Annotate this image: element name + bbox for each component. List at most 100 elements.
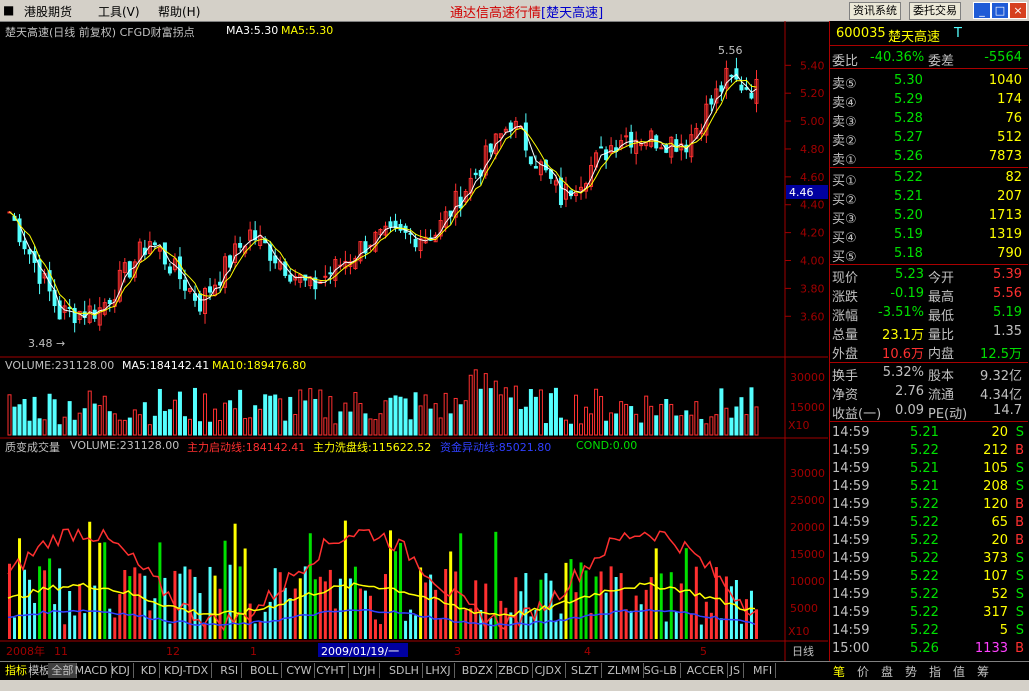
quote-tab-3[interactable]: 势 (905, 663, 917, 680)
stock-flag: T (954, 26, 962, 41)
indicator-bar (373, 619, 377, 639)
indicator-tick-label: 20000 (790, 521, 825, 534)
volume-unit-label: X10 (788, 419, 810, 432)
indicator-cond: COND:0.00 (576, 439, 638, 452)
close-icon[interactable]: × (1009, 2, 1027, 19)
restore-icon[interactable]: □ (991, 2, 1009, 19)
volume-bar (729, 417, 734, 436)
menu-tools[interactable]: 工具(V) (98, 3, 140, 20)
indicator-tab-rsi[interactable]: RSI (217, 663, 243, 678)
candle-body (508, 122, 513, 131)
volume-bar (102, 395, 107, 436)
indicator-tab-lyjh[interactable]: LYJH (350, 663, 380, 678)
price-tick-label: 4.20 (800, 227, 825, 240)
tick-row: 14:59 5.22 120 B (830, 496, 1028, 514)
indicator-tab-bdzx[interactable]: BDZX (459, 663, 497, 678)
date-label-apr: 4 (584, 645, 591, 658)
volume-bar (388, 397, 393, 436)
menu-hk-futures[interactable]: 港股期货 (24, 3, 72, 20)
quote-tab-2[interactable]: 盘 (881, 663, 893, 680)
volume-bar (418, 405, 423, 436)
volume-bar (649, 405, 654, 436)
volume-bar (7, 394, 12, 436)
volume-bar (233, 408, 238, 436)
volume-bar (553, 387, 558, 436)
cursor-date-label: 2009/01/19/一 (321, 645, 399, 658)
fund-label: 净资 (832, 388, 859, 403)
price-tick-label: 3.80 (800, 282, 825, 295)
volume-bar (654, 415, 659, 436)
indicator-tab-kd[interactable]: KD (138, 663, 161, 678)
volume-bar (443, 392, 448, 436)
volume-bar (203, 393, 208, 436)
indicator-tab-sdlh[interactable]: SDLH (386, 663, 423, 678)
price-tick-label: 5.00 (800, 115, 825, 128)
ask-volume: 174 (997, 92, 1022, 107)
candle-body (238, 243, 243, 248)
info-system-button[interactable]: 资讯系统 (849, 2, 901, 20)
candle-body (22, 240, 27, 250)
ma3-label: MA3:5.30 (226, 24, 279, 37)
indicator-tab-lhxj[interactable]: LHXJ (422, 663, 455, 678)
tick-side: S (1015, 425, 1024, 440)
kline-chart-area[interactable]: 5.40 5.20 5.00 4.80 4.60 4.40 4.20 4.00 3.80 3.60… (0, 21, 828, 661)
tick-volume: 120 (983, 497, 1008, 512)
volume-bar (669, 403, 674, 436)
volume-bar (744, 414, 749, 436)
volume-bar (182, 416, 187, 436)
volume-bar (343, 402, 348, 436)
indicator-tab-cjdx[interactable]: CJDX (532, 663, 566, 678)
quote-tab-6[interactable]: 筹 (977, 663, 989, 680)
app-menu-icon[interactable]: ■ (3, 3, 14, 17)
stat-row: 涨幅 -3.51% 最低 5.19 (830, 304, 1028, 324)
indicator-bar (208, 566, 212, 639)
indicator-bar (168, 623, 172, 639)
volume-bar (137, 414, 142, 436)
candle-body (558, 177, 563, 206)
volume-bar (238, 389, 243, 436)
indicator-tab-zbcd[interactable]: ZBCD (495, 663, 534, 678)
volume-bar (57, 424, 62, 436)
volume-bar (679, 415, 684, 436)
indicator-tab-boll[interactable]: BOLL (247, 663, 283, 678)
trade-button[interactable]: 委托交易 (909, 2, 961, 20)
quote-tab-0[interactable]: 笔 (833, 663, 845, 680)
kline-chart-svg[interactable]: 5.40 5.20 5.00 4.80 4.60 4.40 4.20 4.00 3.80 3.60… (0, 21, 828, 661)
indicator-bar (474, 580, 478, 639)
indicator-tab-slzt[interactable]: SLZT (568, 663, 603, 678)
indicator-tab-sg-lb[interactable]: SG-LB (641, 663, 681, 678)
date-label-2008: 2008年 (6, 644, 45, 658)
indicator-tab-kdj[interactable]: KDJ (108, 663, 134, 678)
price-tick-label: 5.40 (800, 59, 825, 72)
indicator-tab-mfi[interactable]: MFI (750, 663, 777, 678)
candle-body (659, 147, 664, 150)
volume-bar (97, 405, 102, 436)
volume-bar (167, 409, 172, 436)
indicator-bar (639, 604, 643, 639)
tick-side: S (1015, 569, 1024, 584)
indicator-tab-zlmm[interactable]: ZLMM (604, 663, 645, 678)
indicator-bar (113, 617, 117, 639)
indicator-tab-macd[interactable]: MACD (72, 663, 112, 678)
indicator-tab-cyht[interactable]: CYHT (313, 663, 350, 678)
indicator-tab-cyw[interactable]: CYW (283, 663, 316, 678)
candle-body (719, 85, 724, 92)
tick-price: 5.22 (910, 569, 939, 584)
volume-bar (589, 413, 594, 436)
quote-panel: 600035 楚天高速 T 委比 -40.36% 委差 -5564 卖⑤ 5.30 1040 卖④ 5… (829, 21, 1029, 661)
indicator-tab-kdj-tdx[interactable]: KDJ-TDX (161, 663, 213, 678)
menu-help[interactable]: 帮助(H) (158, 3, 200, 20)
weibi-row: 委比 -40.36% 委差 -5564 (830, 49, 1028, 69)
indicator-tab-js[interactable]: JS (727, 663, 745, 678)
ask-label: 卖③ (832, 115, 857, 130)
candle-body (208, 286, 213, 293)
indicator-bar (524, 573, 528, 639)
volume-bar (112, 413, 117, 436)
quote-tab-4[interactable]: 指 (929, 663, 941, 680)
indicator-bar (133, 567, 137, 639)
tick-row: 14:59 5.21 105 S (830, 460, 1028, 478)
indicator-tab-accer[interactable]: ACCER (684, 663, 729, 678)
quote-tab-1[interactable]: 价 (857, 663, 869, 680)
minimize-icon[interactable]: _ (973, 2, 991, 19)
quote-tab-5[interactable]: 值 (953, 663, 965, 680)
